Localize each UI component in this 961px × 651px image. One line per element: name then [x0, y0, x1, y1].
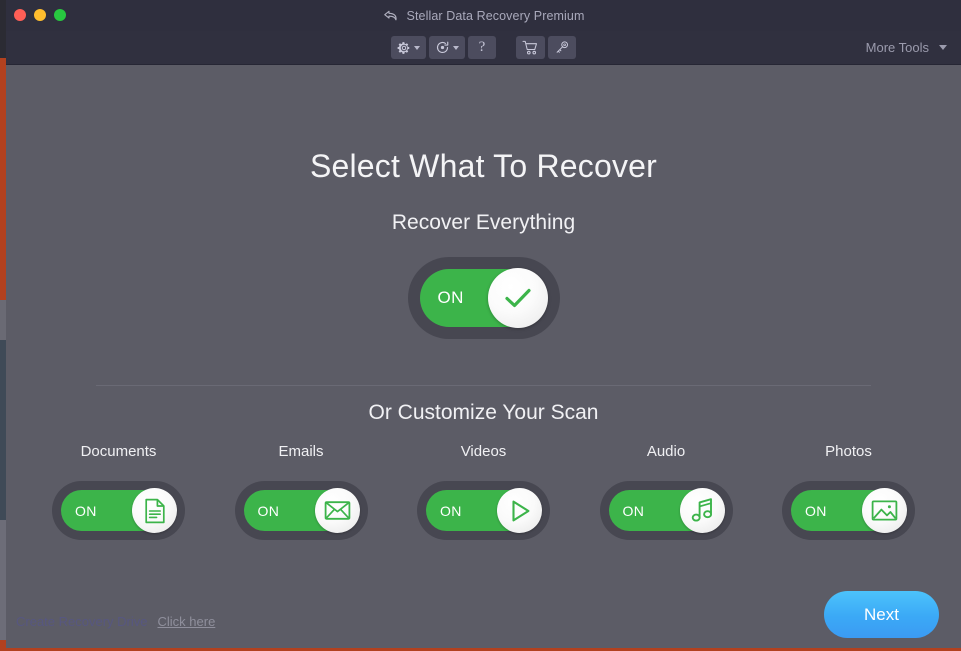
document-icon — [143, 498, 167, 524]
recover-everything-label: Recover Everything — [6, 211, 961, 235]
create-recovery-drive-section: Create Recovery Drive Click here — [16, 614, 215, 629]
category-label: Audio — [647, 443, 685, 460]
emails-toggle[interactable]: ON — [235, 481, 368, 540]
toggle-knob — [488, 268, 548, 328]
chevron-down-icon — [939, 45, 947, 50]
history-refresh-icon — [435, 40, 450, 55]
shopping-cart-icon — [522, 40, 539, 55]
buy-now-button[interactable] — [516, 36, 545, 59]
category-emails: Emails ON — [219, 443, 384, 540]
gear-icon — [397, 41, 411, 55]
customize-scan-label: Or Customize Your Scan — [6, 401, 961, 425]
audio-toggle[interactable]: ON — [600, 481, 733, 540]
activate-key-button[interactable] — [548, 36, 576, 59]
toolbar: ? — [6, 31, 961, 65]
click-here-link[interactable]: Click here — [158, 614, 216, 629]
toolbar-group-primary: ? — [391, 36, 496, 59]
category-label: Videos — [461, 443, 507, 460]
chevron-down-icon — [453, 46, 459, 50]
toolbar-button-groups: ? — [6, 31, 961, 64]
more-tools-dropdown[interactable]: More Tools — [866, 31, 947, 64]
back-arrow-icon[interactable] — [383, 9, 399, 23]
application-window: Stellar Data Recovery Premium — [6, 0, 961, 648]
create-recovery-drive-label: Create Recovery Drive — [16, 614, 148, 629]
category-audio: Audio ON — [584, 443, 749, 540]
recover-everything-toggle[interactable]: ON — [408, 257, 560, 339]
category-photos: Photos ON — [766, 443, 931, 540]
envelope-icon — [324, 500, 351, 521]
category-videos: Videos ON — [401, 443, 566, 540]
title-bar-center: Stellar Data Recovery Premium — [6, 0, 961, 31]
toggle-state-label: ON — [75, 503, 97, 519]
category-documents: Documents ON — [36, 443, 201, 540]
music-note-icon — [690, 497, 715, 524]
settings-button[interactable] — [391, 36, 426, 59]
toggle-knob — [497, 488, 542, 533]
section-divider — [96, 385, 871, 386]
toolbar-group-purchase — [516, 36, 576, 59]
title-bar: Stellar Data Recovery Premium — [6, 0, 961, 31]
videos-toggle[interactable]: ON — [417, 481, 550, 540]
photos-toggle[interactable]: ON — [782, 481, 915, 540]
toggle-state-label: ON — [805, 503, 827, 519]
category-label: Photos — [825, 443, 872, 460]
page-title: Select What To Recover — [6, 148, 961, 185]
toggle-knob — [862, 488, 907, 533]
key-icon — [554, 40, 570, 55]
category-label: Documents — [81, 443, 157, 460]
toggle-state-label: ON — [623, 503, 645, 519]
image-photo-icon — [871, 499, 898, 522]
history-refresh-button[interactable] — [429, 36, 465, 59]
checkmark-icon — [503, 286, 533, 310]
more-tools-label: More Tools — [866, 40, 929, 55]
toggle-knob — [132, 488, 177, 533]
main-content: Select What To Recover Recover Everythin… — [6, 65, 961, 648]
next-button[interactable]: Next — [824, 591, 939, 638]
toggle-state-label: ON — [440, 503, 462, 519]
chevron-down-icon — [414, 46, 420, 50]
help-button[interactable]: ? — [468, 36, 496, 59]
category-toggle-row: Documents ON Emails — [36, 443, 931, 540]
toggle-knob — [680, 488, 725, 533]
help-question-icon: ? — [479, 40, 486, 55]
toggle-state-label: ON — [438, 288, 464, 308]
category-label: Emails — [278, 443, 323, 460]
toggle-knob — [315, 488, 360, 533]
play-triangle-icon — [507, 498, 533, 524]
documents-toggle[interactable]: ON — [52, 481, 185, 540]
window-title: Stellar Data Recovery Premium — [407, 9, 585, 23]
toggle-state-label: ON — [258, 503, 280, 519]
